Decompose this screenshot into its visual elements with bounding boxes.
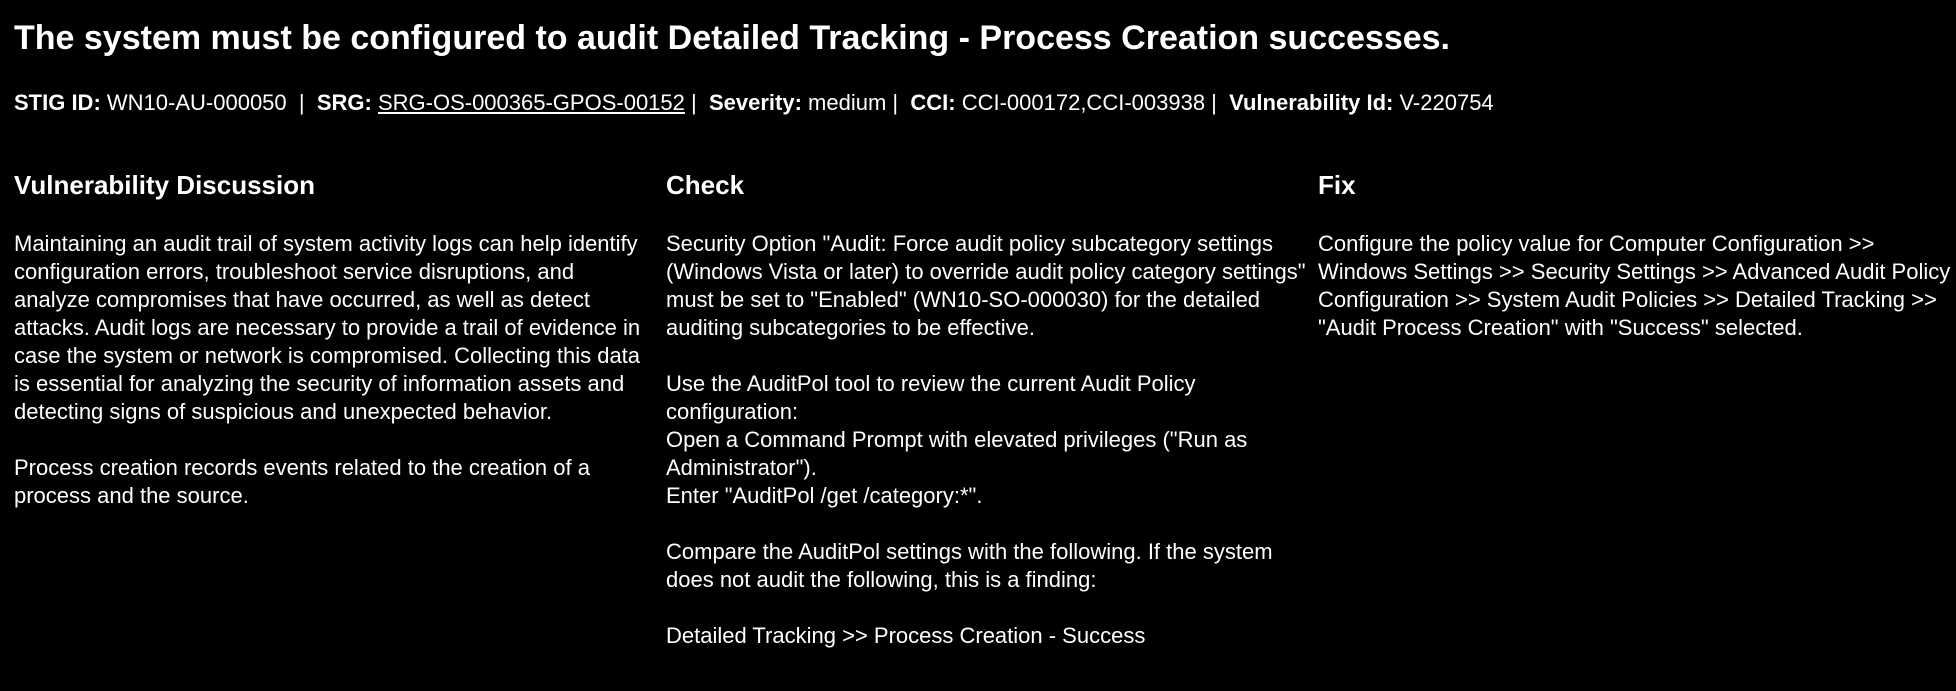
stig-id-label: STIG ID: — [14, 90, 101, 115]
severity-label: Severity: — [708, 90, 802, 115]
paragraph: Enter "AuditPol /get /category:*". — [666, 483, 983, 508]
paragraph: Use the AuditPol tool to review the curr… — [666, 371, 1196, 424]
paragraph: Configure the policy value for Computer … — [1318, 231, 1951, 340]
paragraph: Detailed Tracking >> Process Creation - … — [666, 623, 1146, 648]
srg-label: SRG: — [316, 90, 372, 115]
paragraph: Security Option "Audit: Force audit poli… — [666, 231, 1306, 340]
vulnerability-discussion-section: Vulnerability Discussion Maintaining an … — [14, 168, 654, 538]
srg-link[interactable]: SRG-OS-000365-GPOS-00152 — [378, 90, 685, 115]
cci-label: CCI: — [910, 90, 956, 115]
vulnerability-id-label: Vulnerability Id: — [1229, 90, 1394, 115]
stig-id-value: WN10-AU-000050 — [106, 90, 287, 115]
cci-value: CCI-000172,CCI-003938 — [961, 90, 1206, 115]
page-title: The system must be configured to audit D… — [14, 19, 1451, 57]
rule-metadata: STIG ID: WN10-AU-000050 | SRG: SRG-OS-00… — [14, 90, 1494, 115]
paragraph: Process creation records events related … — [14, 455, 590, 508]
fix-section: Fix Configure the policy value for Compu… — [1318, 168, 1956, 370]
paragraph: Maintaining an audit trail of system act… — [14, 231, 641, 424]
check-section: Check Security Option "Audit: Force audi… — [666, 168, 1318, 678]
section-heading: Fix — [1318, 170, 1356, 200]
severity-value: medium — [808, 90, 887, 115]
vulnerability-id-value: V-220754 — [1399, 90, 1494, 115]
section-heading: Check — [666, 170, 745, 200]
section-heading: Vulnerability Discussion — [14, 170, 316, 200]
paragraph: Compare the AuditPol settings with the f… — [666, 539, 1273, 592]
paragraph: Open a Command Prompt with elevated priv… — [666, 427, 1248, 480]
